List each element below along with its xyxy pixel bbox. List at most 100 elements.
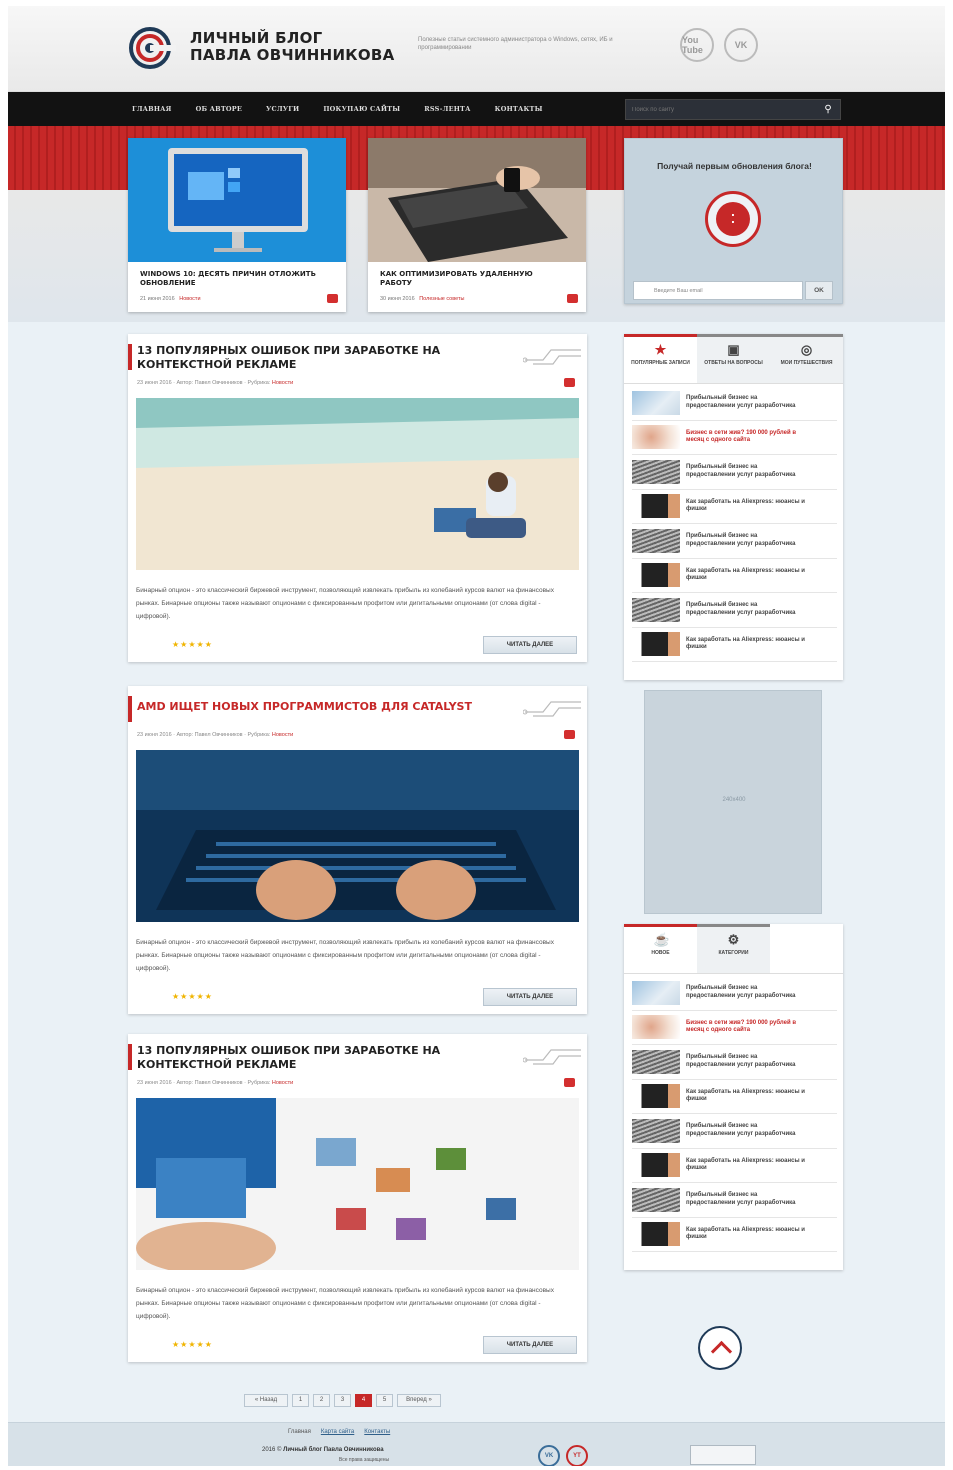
list-item[interactable]: Как заработать на Aliexpress: нюансы и ф…: [632, 490, 837, 524]
post-image-keyboard[interactable]: [136, 750, 579, 922]
comments-icon[interactable]: [564, 378, 575, 387]
post-image-media-hand[interactable]: [136, 1098, 579, 1270]
list-item[interactable]: Как заработать на Aliexpress: нюансы и ф…: [632, 559, 837, 593]
list-item[interactable]: Прибыльный бизнес на предоставлении услу…: [632, 1114, 837, 1149]
tab-travels[interactable]: ◎ МОИ ПУТЕШЕСТВИЯ: [770, 334, 843, 383]
comments-icon[interactable]: [564, 1078, 575, 1087]
post-thumbnail: [632, 1084, 680, 1109]
rss-icon[interactable]: ∶: [705, 191, 761, 247]
blog-logo-icon[interactable]: [126, 26, 178, 70]
search-input[interactable]: [632, 103, 802, 117]
rating-stars-icon[interactable]: ★★★★★: [172, 992, 213, 1001]
header-social: You Tube VK: [680, 28, 758, 62]
list-item[interactable]: Как заработать на Aliexpress: нюансы и ф…: [632, 1149, 837, 1183]
circuit-decoration-icon: [523, 1049, 581, 1065]
featured-category[interactable]: Новости: [179, 296, 200, 302]
post-card: 13 ПОПУЛЯРНЫХ ОШИБОК ПРИ ЗАРАБОТКЕ НА КО…: [128, 334, 587, 662]
post-thumbnail: [632, 528, 680, 553]
list-item[interactable]: Прибыльный бизнес на предоставлении услу…: [632, 455, 837, 490]
post-thumbnail: [632, 425, 680, 450]
nav-item-contacts[interactable]: КОНТАКТЫ: [495, 105, 543, 113]
list-item[interactable]: Прибыльный бизнес на предоставлении услу…: [632, 593, 837, 628]
list-item[interactable]: Бизнес в сети жив? 190 000 рублей в меся…: [632, 421, 837, 455]
post-thumbnail: [632, 1222, 680, 1247]
site-header: ЛИЧНЫЙ БЛОГ ПАВЛА ОВЧИННИКОВА Полезные с…: [8, 6, 945, 92]
featured-title[interactable]: КАК ОПТИМИЗИРОВАТЬ УДАЛЕННУЮ РАБОТУ: [380, 270, 560, 288]
comments-icon[interactable]: [564, 730, 575, 739]
post-excerpt: Бинарный опцион - это классический бирже…: [136, 587, 554, 620]
site-tagline: Полезные статьи системного администратор…: [418, 37, 613, 51]
featured-card[interactable]: КАК ОПТИМИЗИРОВАТЬ УДАЛЕННУЮ РАБОТУ 30 и…: [368, 138, 586, 312]
ad-banner-placeholder[interactable]: 240x400: [644, 690, 822, 914]
vk-icon[interactable]: VK: [538, 1445, 560, 1466]
post-meta: 23 июня 2016 · Автор: Павел Овчинников ·…: [137, 732, 293, 738]
post-meta: 23 июня 2016 · Автор: Павел Овчинников ·…: [137, 380, 293, 386]
featured-image-laptop[interactable]: [368, 138, 586, 262]
blog-brand[interactable]: ЛИЧНЫЙ БЛОГ ПАВЛА ОВЧИННИКОВА: [190, 30, 395, 64]
footer-link-home[interactable]: Главная: [288, 1429, 311, 1435]
subscribe-ok-button[interactable]: OK: [805, 281, 833, 300]
nav-item-buying-sites[interactable]: ПОКУПАЮ САЙТЫ: [323, 105, 400, 113]
footer-link-contacts[interactable]: Контакты: [364, 1429, 390, 1435]
prev-page-button[interactable]: « Назад: [244, 1394, 288, 1407]
current-page[interactable]: 4: [355, 1394, 372, 1407]
tab-categories[interactable]: ⚙ КАТЕГОРИИ: [697, 924, 770, 973]
nav-item-home[interactable]: ГЛАВНАЯ: [132, 105, 172, 113]
list-item[interactable]: Бизнес в сети жив? 190 000 рублей в меся…: [632, 1011, 837, 1045]
featured-category[interactable]: Полезные советы: [419, 296, 464, 302]
coffee-cup-icon: ☕: [653, 932, 670, 947]
post-title[interactable]: AMD ИЩЕТ НОВЫХ ПРОГРАММИСТОВ ДЛЯ CATALYS…: [137, 700, 497, 714]
featured-card[interactable]: WINDOWS 10: ДЕСЯТЬ ПРИЧИН ОТЛОЖИТЬ ОБНОВ…: [128, 138, 346, 312]
featured-meta: 21 июня 2016 Новости: [140, 296, 201, 302]
scroll-to-top-button[interactable]: [698, 1326, 742, 1370]
comments-icon[interactable]: [327, 294, 338, 303]
next-page-button[interactable]: Вперед »: [397, 1394, 441, 1407]
post-rubric[interactable]: Новости: [272, 732, 293, 738]
featured-image-monitor[interactable]: [128, 138, 346, 262]
page-button[interactable]: 1: [292, 1394, 309, 1407]
list-item[interactable]: Прибыльный бизнес на предоставлении услу…: [632, 524, 837, 559]
list-item[interactable]: Прибыльный бизнес на предоставлении услу…: [632, 1183, 837, 1218]
list-item[interactable]: Прибыльный бизнес на предоставлении услу…: [632, 976, 837, 1011]
email-field[interactable]: Введите Ваш email: [633, 281, 803, 300]
list-item[interactable]: Как заработать на Aliexpress: нюансы и ф…: [632, 628, 837, 662]
nav-item-services[interactable]: УСЛУГИ: [266, 105, 299, 113]
youtube-icon[interactable]: You Tube: [680, 28, 714, 62]
tab-popular[interactable]: ★ ПОПУЛЯРНЫЕ ЗАПИСИ: [624, 334, 697, 383]
post-rubric[interactable]: Новости: [272, 380, 293, 386]
read-more-button[interactable]: ЧИТАТЬ ДАЛЕЕ: [483, 636, 577, 654]
post-meta-text: 23 июня 2016 · Автор: Павел Овчинников ·…: [137, 732, 271, 738]
list-item[interactable]: Прибыльный бизнес на предоставлении услу…: [632, 386, 837, 421]
youtube-icon[interactable]: YT: [566, 1445, 588, 1466]
footer-copyright: 2016 © Личный блог Павла Овчинникова: [262, 1447, 384, 1453]
page-button[interactable]: 5: [376, 1394, 393, 1407]
page-button[interactable]: 2: [313, 1394, 330, 1407]
circuit-decoration-icon: [523, 701, 581, 717]
vk-icon[interactable]: VK: [724, 28, 758, 62]
visit-counter-badge[interactable]: [690, 1445, 756, 1465]
post-image-beach[interactable]: [136, 398, 579, 570]
page-button[interactable]: 3: [334, 1394, 351, 1407]
tab-new[interactable]: ☕ НОВОЕ: [624, 924, 697, 973]
brand-line-1: ЛИЧНЫЙ БЛОГ: [190, 29, 323, 47]
post-rubric[interactable]: Новости: [272, 1080, 293, 1086]
featured-date: 21 июня 2016: [140, 296, 175, 302]
post-thumbnail: [632, 1118, 680, 1143]
tab-answers[interactable]: ▣ ОТВЕТЫ НА ВОПРОСЫ: [697, 334, 770, 383]
footer-link-sitemap[interactable]: Карта сайта: [321, 1429, 354, 1435]
list-item[interactable]: Как заработать на Aliexpress: нюансы и ф…: [632, 1218, 837, 1252]
rating-stars-icon[interactable]: ★★★★★: [172, 1340, 213, 1349]
comments-icon[interactable]: [567, 294, 578, 303]
tab-empty: [770, 924, 843, 973]
rating-stars-icon[interactable]: ★★★★★: [172, 640, 213, 649]
list-item[interactable]: Как заработать на Aliexpress: нюансы и ф…: [632, 1080, 837, 1114]
nav-item-about[interactable]: ОБ АВТОРЕ: [196, 105, 242, 113]
nav-item-rss[interactable]: RSS-ЛЕНТА: [424, 105, 470, 113]
read-more-button[interactable]: ЧИТАТЬ ДАЛЕЕ: [483, 988, 577, 1006]
read-more-button[interactable]: ЧИТАТЬ ДАЛЕЕ: [483, 1336, 577, 1354]
post-title[interactable]: 13 ПОПУЛЯРНЫХ ОШИБОК ПРИ ЗАРАБОТКЕ НА КО…: [137, 344, 497, 372]
post-title[interactable]: 13 ПОПУЛЯРНЫХ ОШИБОК ПРИ ЗАРАБОТКЕ НА КО…: [137, 1044, 497, 1072]
list-item[interactable]: Прибыльный бизнес на предоставлении услу…: [632, 1045, 837, 1080]
featured-title[interactable]: WINDOWS 10: ДЕСЯТЬ ПРИЧИН ОТЛОЖИТЬ ОБНОВ…: [140, 270, 320, 288]
search-icon[interactable]: ⚲: [822, 103, 834, 116]
